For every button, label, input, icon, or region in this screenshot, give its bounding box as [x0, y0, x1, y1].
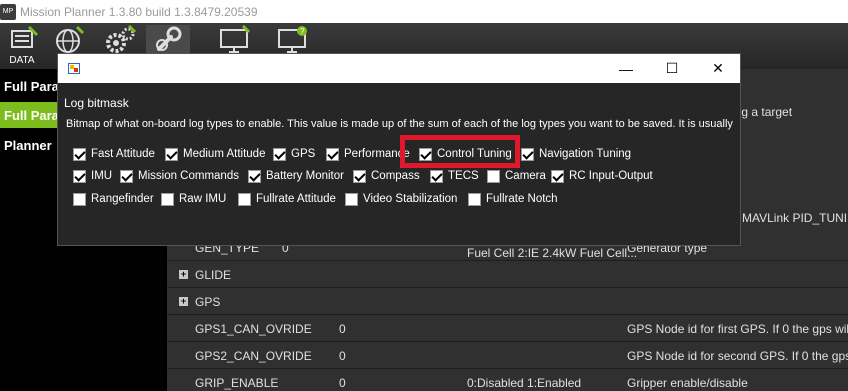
sidebar-item-planner[interactable]: Planner	[0, 132, 57, 158]
checkbox-label: GPS	[291, 148, 316, 160]
checkbox-box[interactable]	[238, 192, 251, 206]
grid-desc-snippet: ing a target	[732, 105, 793, 119]
checkbox-box[interactable]	[73, 192, 86, 206]
checkbox-box[interactable]	[468, 192, 481, 206]
minimize-button[interactable]: —	[603, 54, 649, 83]
checkbox-box[interactable]	[487, 169, 500, 183]
checkbox-compass[interactable]: Compass	[353, 168, 420, 184]
checkbox-imu[interactable]: IMU	[73, 168, 112, 184]
checkbox-label: Raw IMU	[179, 193, 227, 205]
table-row[interactable]: GPS2_CAN_OVRIDE 0 GPS Node id for second…	[167, 342, 848, 369]
param-group-name: GLIDE	[195, 268, 232, 282]
data-icon	[11, 25, 39, 48]
table-row[interactable]: + GLIDE	[167, 261, 848, 288]
param-value[interactable]: 0	[339, 349, 346, 363]
checkbox-label: Fullrate Attitude	[256, 193, 336, 205]
checkbox-gps[interactable]: GPS	[273, 146, 315, 162]
close-button[interactable]: ✕	[695, 54, 741, 83]
table-row[interactable]: GPS1_CAN_OVRIDE 0 GPS Node id for first …	[167, 315, 848, 342]
dialog-titlebar: — ☐ ✕	[58, 54, 740, 83]
checkbox-mission-commands[interactable]: Mission Commands	[120, 168, 239, 184]
checkbox-label: Video Stabilization	[363, 193, 458, 205]
checkbox-box[interactable]	[430, 169, 443, 183]
toolbar-data-button[interactable]: DATA	[0, 25, 44, 67]
wrench-icon	[156, 26, 182, 51]
expand-icon[interactable]: +	[179, 270, 188, 279]
checkbox-fast-attitude[interactable]: Fast Attitude	[73, 146, 155, 162]
app-titlebar: MP Mission Planner 1.3.80 build 1.3.8479…	[0, 0, 848, 23]
checkbox-label: IMU	[91, 170, 113, 182]
checkbox-box[interactable]	[73, 147, 86, 161]
checkbox-box[interactable]	[120, 169, 133, 183]
checkbox-label: Mission Commands	[138, 170, 239, 182]
checkbox-box[interactable]	[273, 147, 286, 161]
checkbox-navigation-tuning[interactable]: Navigation Tuning	[521, 146, 631, 162]
checkbox-label: Rangefinder	[91, 193, 154, 205]
checkbox-label: Compass	[371, 170, 420, 182]
checkbox-label: RC Input-Output	[569, 170, 653, 182]
globe-icon	[56, 25, 85, 53]
checkbox-video-stabilization[interactable]: Video Stabilization	[345, 191, 457, 207]
checkbox-box[interactable]	[73, 169, 86, 183]
table-row[interactable]: + GPS	[167, 288, 848, 315]
checkbox-label: Fullrate Notch	[486, 193, 558, 205]
checkbox-label: Camera	[505, 170, 546, 182]
param-options: 0:Disabled 1:Enabled	[467, 376, 582, 390]
checkbox-label: Medium Attitude	[183, 148, 266, 160]
help-monitor-icon: ?	[278, 26, 307, 53]
param-value[interactable]: 0	[339, 376, 346, 390]
param-name: GPS2_CAN_OVRIDE	[195, 349, 312, 363]
checkbox-box[interactable]	[521, 147, 534, 161]
checkbox-raw-imu[interactable]: Raw IMU	[161, 191, 226, 207]
checkbox-box[interactable]	[551, 169, 564, 183]
window-app-icon	[68, 63, 80, 74]
svg-text:?: ?	[300, 27, 305, 36]
checkbox-box[interactable]	[345, 192, 358, 206]
log-bitmask-dialog: — ☐ ✕ Log bitmask Bitmap of what on-boar…	[57, 53, 741, 246]
dialog-heading: Log bitmask	[64, 96, 129, 110]
mission-planner-logo-icon: MP	[0, 3, 16, 20]
expand-icon[interactable]: +	[179, 297, 188, 306]
param-options: Fuel Cell 2:IE 2.4kW Fuel Cell...	[467, 246, 638, 260]
checkbox-label: Battery Monitor	[266, 170, 344, 182]
param-desc: Gripper enable/disable	[627, 376, 748, 390]
sidebar-item-full-parameter-tree[interactable]: Full Parameter Tree	[0, 102, 57, 128]
annotation-highlight-box	[400, 135, 520, 168]
checkbox-label: Fast Attitude	[91, 148, 155, 160]
toolbar-data-label: DATA	[9, 55, 35, 66]
checkbox-fullrate-notch[interactable]: Fullrate Notch	[468, 191, 558, 207]
config-sidebar: Full Parameter List Full Parameter Tree …	[0, 69, 57, 391]
param-name: GPS1_CAN_OVRIDE	[195, 322, 312, 336]
monitor-icon	[220, 25, 251, 53]
sidebar-item-full-parameter-list[interactable]: Full Parameter List	[0, 73, 57, 99]
table-row[interactable]: GRIP_ENABLE 0 0:Disabled 1:Enabled Gripp…	[167, 369, 848, 391]
checkbox-box[interactable]	[353, 169, 366, 183]
grid-desc-snippet: d MAVLink PID_TUNIN	[732, 211, 848, 225]
checkbox-box[interactable]	[248, 169, 261, 183]
checkbox-tecs[interactable]: TECS	[430, 168, 479, 184]
gears-icon	[106, 25, 137, 53]
checkbox-label: TECS	[448, 170, 479, 182]
checkbox-performance[interactable]: Performance	[326, 146, 410, 162]
param-desc: GPS Node id for second GPS. If 0 the gps…	[627, 349, 848, 363]
param-desc: GPS Node id for first GPS. If 0 the gps …	[627, 322, 848, 336]
checkbox-label: Navigation Tuning	[539, 148, 632, 160]
maximize-button[interactable]: ☐	[649, 54, 695, 83]
checkbox-battery-monitor[interactable]: Battery Monitor	[248, 168, 344, 184]
checkbox-rangefinder[interactable]: Rangefinder	[73, 191, 154, 207]
checkbox-fullrate-attitude[interactable]: Fullrate Attitude	[238, 191, 336, 207]
checkbox-box[interactable]	[161, 192, 174, 206]
app-title: Mission Planner 1.3.80 build 1.3.8479.20…	[20, 4, 258, 19]
param-name: GRIP_ENABLE	[195, 376, 279, 390]
param-value[interactable]: 0	[339, 322, 346, 336]
checkbox-medium-attitude[interactable]: Medium Attitude	[165, 146, 265, 162]
checkbox-camera[interactable]: Camera	[487, 168, 546, 184]
checkbox-rc-input-output[interactable]: RC Input-Output	[551, 168, 653, 184]
dialog-description: Bitmap of what on-board log types to ena…	[66, 118, 733, 130]
checkbox-box[interactable]	[326, 147, 339, 161]
param-group-name: GPS	[195, 295, 221, 309]
checkbox-box[interactable]	[165, 147, 178, 161]
